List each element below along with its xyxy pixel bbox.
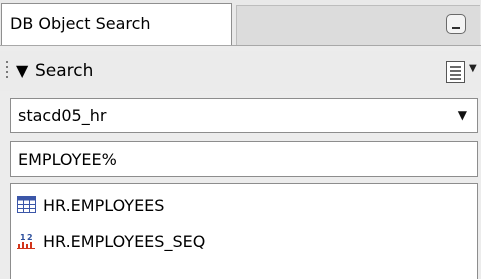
search-section-title: Search [35, 61, 94, 81]
minimize-button[interactable] [446, 14, 466, 34]
svg-text:1: 1 [20, 233, 26, 242]
schema-select-value: stacd05_hr [18, 106, 107, 125]
tab-strip: DB Object Search [0, 0, 481, 46]
search-section-header: ▼ Search ▼ [0, 51, 481, 91]
tab-label: DB Object Search [10, 14, 151, 33]
document-menu-icon[interactable] [446, 61, 465, 83]
schema-select[interactable]: stacd05_hr ▼ [10, 98, 478, 133]
tab-db-object-search[interactable]: DB Object Search [1, 3, 232, 45]
db-object-search-panel: DB Object Search ▼ Search ▼ stacd05_hr ▼… [0, 0, 481, 279]
drag-handle[interactable] [6, 61, 9, 81]
filter-value: EMPLOYEE% [18, 150, 117, 169]
chevron-down-icon[interactable]: ▼ [469, 63, 477, 74]
tab-strip-empty-area [236, 5, 480, 45]
table-icon [17, 196, 36, 213]
sequence-icon: 1 2 [17, 233, 35, 249]
list-item-label: HR.EMPLOYEES_SEQ [43, 232, 206, 251]
object-name-filter-input[interactable]: EMPLOYEE% [10, 141, 478, 177]
results-list: HR.EMPLOYEES 1 2 HR.EMPLOYEES_SEQ [10, 183, 478, 279]
list-item-label: HR.EMPLOYEES [43, 196, 165, 215]
chevron-down-icon[interactable]: ▼ [458, 108, 467, 122]
svg-text:2: 2 [27, 233, 33, 242]
collapse-triangle-icon[interactable]: ▼ [16, 63, 28, 79]
